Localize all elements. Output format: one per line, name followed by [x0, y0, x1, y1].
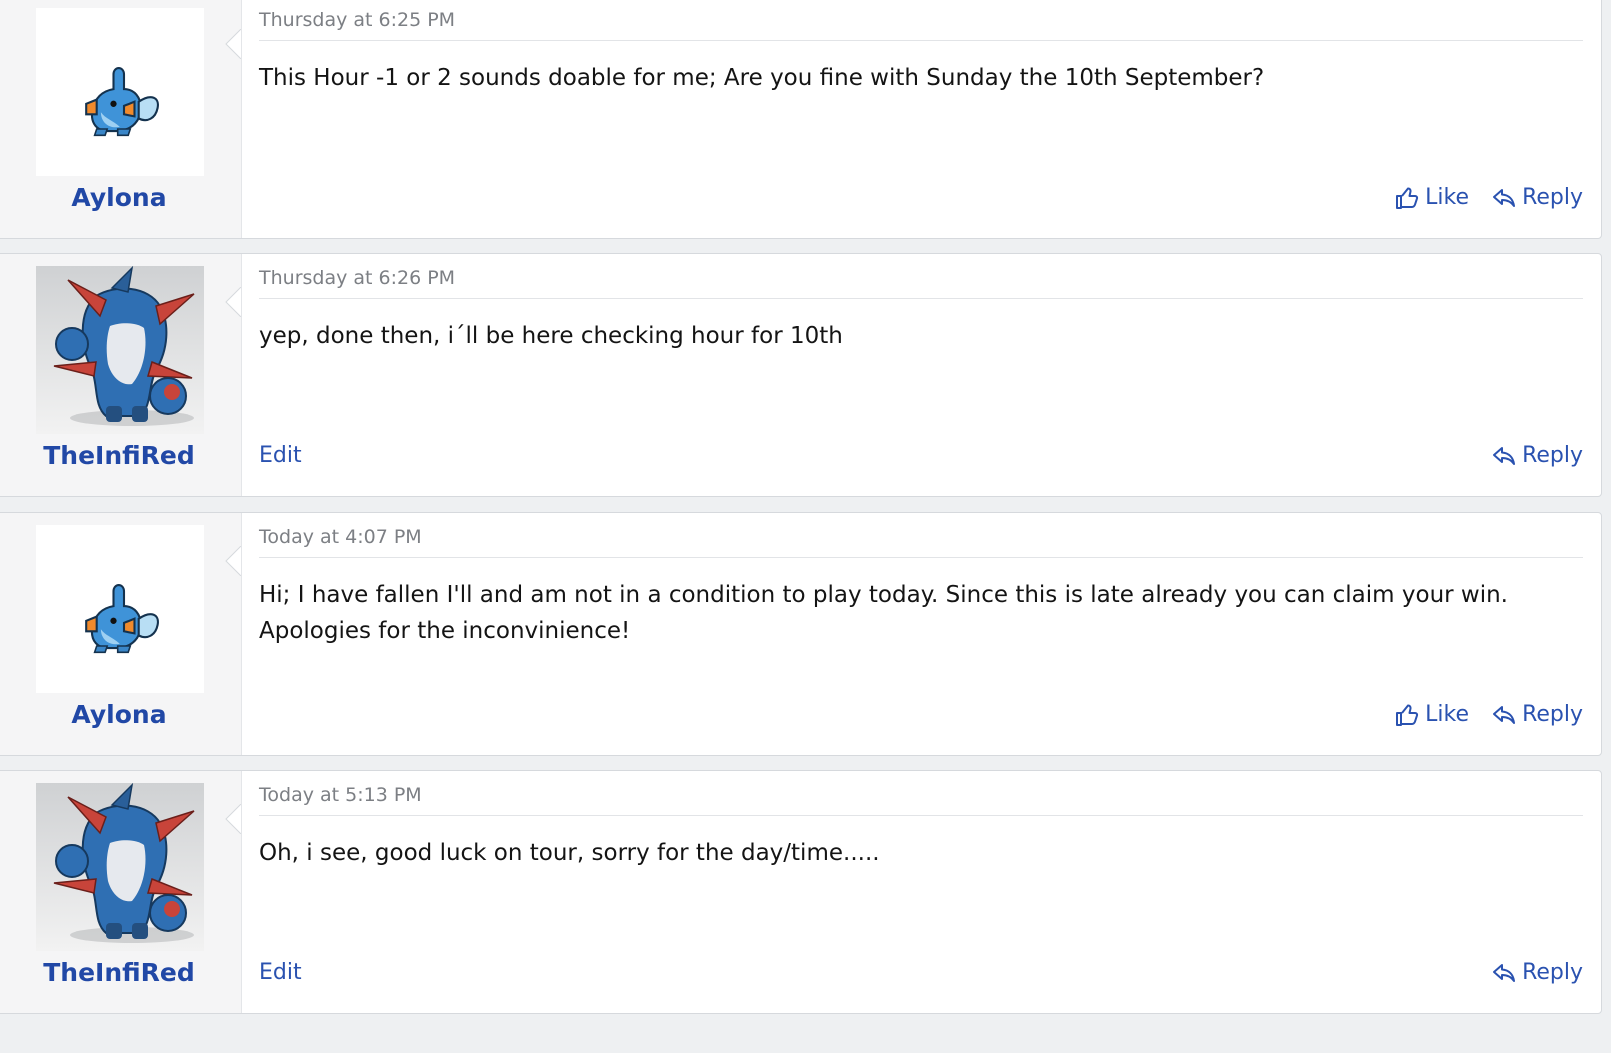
reply-arrow-icon [1493, 446, 1516, 465]
post-timestamp[interactable]: Thursday at 6:25 PM [259, 9, 455, 31]
reply-button[interactable]: Reply [1492, 185, 1583, 210]
message-body: Oh, i see, good luck on tour, sorry for … [259, 835, 1583, 871]
post: Aylona Today at 4:07 PM Hi; I have falle… [0, 512, 1602, 756]
reply-label: Reply [1522, 443, 1583, 468]
message-cell: Thursday at 6:25 PM This Hour -1 or 2 so… [259, 0, 1583, 238]
post-user-cell: TheInfiRed [0, 254, 242, 496]
reply-button[interactable]: Reply [1492, 702, 1583, 727]
post-timestamp[interactable]: Today at 4:07 PM [259, 526, 422, 548]
reply-label: Reply [1522, 185, 1583, 210]
thumbs-up-icon [1396, 704, 1419, 726]
post-user-cell: Aylona [0, 513, 242, 755]
reply-button[interactable]: Reply [1492, 960, 1583, 985]
message-divider [259, 557, 1583, 558]
post-user-cell: Aylona [0, 0, 242, 238]
message-cell: Today at 4:07 PM Hi; I have fallen I'll … [259, 513, 1583, 755]
post: Aylona Thursday at 6:25 PM This Hour -1 … [0, 0, 1602, 239]
post: TheInfiRed Thursday at 6:26 PM yep, done… [0, 253, 1602, 497]
like-button[interactable]: Like [1395, 702, 1469, 727]
message-cell: Thursday at 6:26 PM yep, done then, i´ll… [259, 254, 1583, 496]
mudkip-avatar-icon [85, 67, 159, 137]
reply-arrow-icon [1493, 963, 1516, 982]
message-divider [259, 298, 1583, 299]
post-timestamp[interactable]: Today at 5:13 PM [259, 784, 422, 806]
message-line: yep, done then, i´ll be here checking ho… [259, 323, 843, 349]
message-cell: Today at 5:13 PM Oh, i see, good luck on… [259, 771, 1583, 1013]
post-actions: Like Reply [259, 702, 1583, 734]
message-body: Hi; I have fallen I'll and am not in a c… [259, 577, 1583, 649]
message-body: This Hour -1 or 2 sounds doable for me; … [259, 60, 1583, 96]
reply-arrow-icon [1493, 705, 1516, 724]
user-avatar[interactable] [36, 783, 204, 951]
post-pointer-arrow [225, 546, 241, 576]
post-pointer-arrow [225, 287, 241, 317]
post-user-cell: TheInfiRed [0, 771, 242, 1013]
thread-post-list: Aylona Thursday at 6:25 PM This Hour -1 … [0, 0, 1611, 1053]
edit-button[interactable]: Edit [259, 443, 302, 468]
message-line: Apologies for the inconvinience! [259, 618, 631, 644]
user-avatar[interactable] [36, 266, 204, 434]
post-actions: Like Reply [259, 185, 1583, 217]
reply-button[interactable]: Reply [1492, 443, 1583, 468]
message-body: yep, done then, i´ll be here checking ho… [259, 318, 1583, 354]
reply-label: Reply [1522, 702, 1583, 727]
post-pointer-arrow [225, 29, 241, 59]
post-timestamp[interactable]: Thursday at 6:26 PM [259, 267, 455, 289]
swampert-avatar-icon [36, 266, 204, 434]
post-actions: Edit Reply [259, 443, 1583, 475]
message-line: Hi; I have fallen I'll and am not in a c… [259, 582, 1508, 608]
post: TheInfiRed Today at 5:13 PM Oh, i see, g… [0, 770, 1602, 1014]
swampert-avatar-icon [36, 783, 204, 951]
message-line: This Hour -1 or 2 sounds doable for me; … [259, 65, 1265, 91]
message-divider [259, 815, 1583, 816]
like-label: Like [1425, 702, 1469, 727]
post-pointer-arrow [225, 804, 241, 834]
message-divider [259, 40, 1583, 41]
user-avatar[interactable] [36, 8, 204, 176]
user-avatar[interactable] [36, 525, 204, 693]
username-link[interactable]: Aylona [0, 700, 241, 729]
username-link[interactable]: Aylona [0, 183, 241, 212]
reply-arrow-icon [1493, 188, 1516, 207]
mudkip-avatar-icon [85, 584, 159, 654]
username-link[interactable]: TheInfiRed [0, 441, 241, 470]
thumbs-up-icon [1396, 187, 1419, 209]
post-actions: Edit Reply [259, 960, 1583, 992]
reply-label: Reply [1522, 960, 1583, 985]
like-label: Like [1425, 185, 1469, 210]
username-link[interactable]: TheInfiRed [0, 958, 241, 987]
like-button[interactable]: Like [1395, 185, 1469, 210]
message-line: Oh, i see, good luck on tour, sorry for … [259, 840, 880, 866]
edit-button[interactable]: Edit [259, 960, 302, 985]
